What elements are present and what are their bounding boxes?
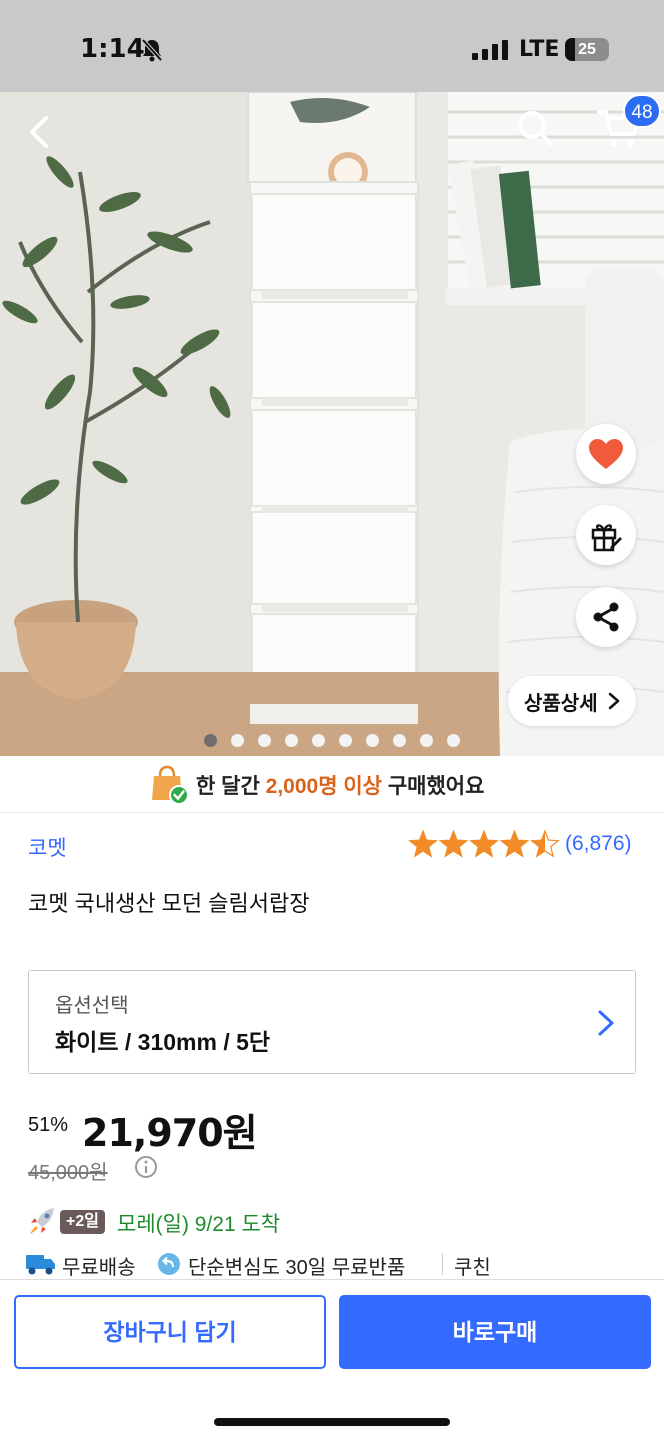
option-label: 옵션선택 [55, 995, 129, 1017]
product-image-carousel[interactable] [0, 92, 664, 756]
add-to-cart-button[interactable]: 장바구니 담기 [14, 1295, 326, 1369]
carousel-pagination [0, 734, 664, 750]
popularity-banner: 한 달간 2,000명 이상 구매했어요 [0, 756, 664, 812]
popularity-text: 한 달간 2,000명 이상 구매했어요 [196, 770, 484, 800]
rocket-delivery-icon [30, 1208, 54, 1234]
truck-icon [26, 1255, 55, 1275]
divider [0, 812, 664, 813]
battery-level: 25 [578, 41, 596, 58]
product-detail-button[interactable]: 상품상세 [508, 676, 636, 726]
share-icon [593, 602, 619, 632]
original-price: 45,000원 [28, 1162, 108, 1184]
carousel-dot[interactable] [393, 734, 406, 747]
free-shipping-text: 무료배송 [62, 1257, 136, 1279]
carousel-dot[interactable] [312, 734, 325, 747]
return-icon [158, 1253, 180, 1275]
rating-star [408, 830, 438, 858]
rating-stars[interactable] [408, 830, 560, 860]
gift-button[interactable] [576, 505, 636, 565]
share-button[interactable] [576, 587, 636, 647]
bottom-action-bar: 장바구니 담기 바로구매 [0, 1279, 664, 1440]
heart-icon [589, 439, 623, 469]
buy-now-button[interactable]: 바로구매 [339, 1295, 651, 1369]
product-photo [0, 92, 664, 756]
rating-star [438, 830, 469, 858]
popularity-prefix: 한 달간 [196, 775, 266, 798]
status-time: 1:14 [80, 34, 145, 64]
chevron-right-icon [608, 692, 620, 710]
product-title: 코멧 국내생산 모던 슬림서랍장 [28, 891, 310, 916]
bell-off-icon [141, 38, 163, 62]
chevron-right-icon [598, 1010, 614, 1036]
carousel-dot[interactable] [420, 734, 433, 747]
rating-star [469, 830, 499, 858]
popularity-highlight: 2,000명 이상 [265, 775, 382, 798]
discount-rate: 51% [28, 1114, 69, 1136]
carousel-dot[interactable] [204, 734, 217, 747]
separator [442, 1253, 443, 1275]
home-indicator [214, 1418, 450, 1426]
carousel-dot[interactable] [366, 734, 379, 747]
coupon-text: 쿠친 [454, 1257, 491, 1279]
back-icon[interactable] [22, 112, 58, 152]
cart-count-badge: 48 [623, 94, 661, 128]
carousel-dot[interactable] [258, 734, 271, 747]
signal-icon [472, 40, 508, 60]
option-selector[interactable]: 옵션선택 화이트 / 310mm / 5단 [28, 970, 636, 1074]
status-bar: 1:14 LTE 25 [0, 0, 664, 92]
wishlist-button[interactable] [576, 424, 636, 484]
rating-star [530, 830, 560, 858]
option-value: 화이트 / 310mm / 5단 [55, 1029, 271, 1055]
rating-star [499, 830, 530, 858]
network-label: LTE [519, 37, 560, 62]
product-detail-label: 상품상세 [524, 692, 598, 715]
free-return-text: 단순변심도 30일 무료반품 [188, 1257, 406, 1279]
sale-price: 21,970원 [82, 1111, 258, 1155]
brand-link[interactable]: 코멧 [28, 832, 67, 862]
carousel-dot[interactable] [447, 734, 460, 747]
review-count[interactable]: (6,876) [565, 832, 632, 856]
popularity-suffix: 구매했어요 [382, 775, 485, 798]
arrival-date: 모레(일) 9/21 도착 [117, 1213, 281, 1236]
delivery-days-badge: +2일 [60, 1210, 105, 1234]
search-icon[interactable] [515, 108, 555, 148]
battery-indicator: 25 [565, 38, 609, 61]
shopping-bag-icon [152, 765, 189, 804]
carousel-dot[interactable] [339, 734, 352, 747]
carousel-dot[interactable] [285, 734, 298, 747]
gift-icon [591, 524, 622, 552]
info-icon[interactable] [134, 1155, 158, 1179]
carousel-dot[interactable] [231, 734, 244, 747]
